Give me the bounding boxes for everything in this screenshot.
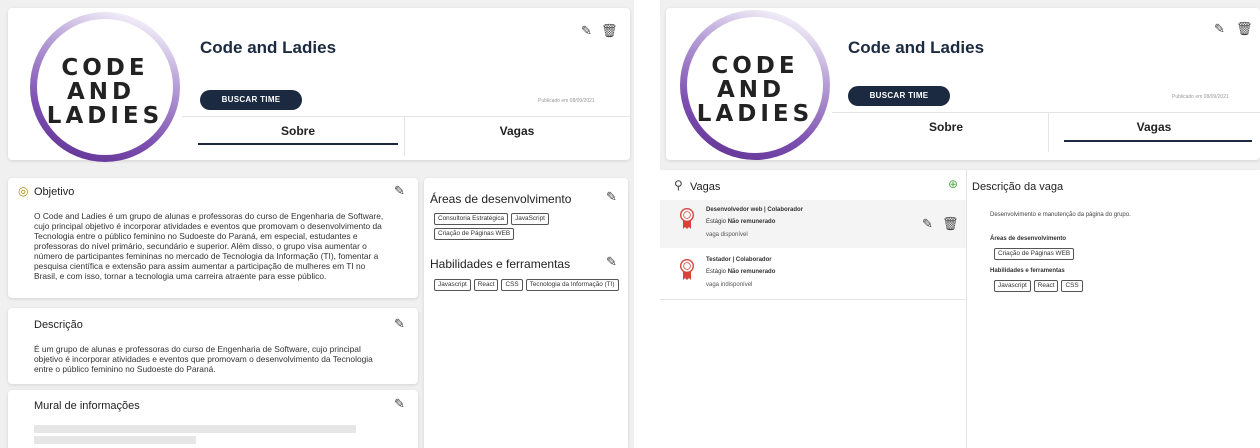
logo-line-2: AND [67, 79, 136, 105]
info-wall-title: Mural de informações [34, 400, 140, 412]
objective-card: ◎ Objetivo ✎ O Code and Ladies é um grup… [8, 178, 418, 298]
tabs-top-divider [832, 112, 1260, 113]
job-type: Estágio Não remunerado [706, 219, 775, 225]
pencil-icon[interactable]: ✎ [394, 397, 405, 410]
job-skills-label: Habilidades e ferramentas [990, 268, 1065, 274]
search-team-button[interactable]: BUSCAR TIME [200, 90, 302, 110]
team-logo: CODE AND LADIES [680, 10, 830, 160]
magnifier-icon: ⚲ [674, 178, 683, 192]
skill-chip: React [1033, 280, 1059, 292]
list-row-divider [660, 299, 966, 300]
team-name: Code and Ladies [200, 38, 337, 57]
job-type-prefix: Estágio [706, 269, 727, 275]
area-chip: JavaScript [511, 213, 549, 225]
search-team-button[interactable]: BUSCAR TIME [848, 86, 950, 106]
active-tab-indicator [198, 143, 398, 145]
job-list-item[interactable]: Desenvolvedor web | Colaborador Estágio … [660, 200, 966, 248]
job-skills-chip-list: Javascript React CSS [994, 280, 1244, 292]
logo-line-3: LADIES [696, 101, 814, 127]
jobs-content-card: ⚲ Vagas ⊕ Desenvolvedor web | Colaborado… [660, 170, 1260, 448]
published-date: Publicado em 08/09/2021 [538, 98, 595, 104]
skill-chip: React [473, 279, 499, 291]
tabs-divider [1048, 112, 1049, 152]
team-profile-about-view: CODE AND LADIES Code and Ladies ✎ 🗑 BUSC… [0, 0, 634, 448]
award-ribbon-icon [680, 208, 694, 229]
trash-icon[interactable]: 🗑 [942, 217, 959, 230]
pencil-icon[interactable]: ✎ [1214, 22, 1225, 35]
skill-chip: CSS [501, 279, 523, 291]
logo-line-1: CODE [61, 55, 149, 81]
team-header-card: CODE AND LADIES Code and Ladies ✎ 🗑 BUSC… [666, 8, 1260, 160]
job-pay: Não remunerado [727, 269, 776, 275]
description-card: Descrição ✎ É um grupo de alunas e profe… [8, 308, 418, 384]
job-title: Testador | Colaborador [706, 257, 772, 263]
team-profile-jobs-view: CODE AND LADIES Code and Ladies ✎ 🗑 BUSC… [660, 0, 1260, 448]
skill-chip: Tecnologia da Informação (TI) [525, 279, 619, 291]
area-chip: Criação de Páginas WEB [434, 228, 515, 240]
objective-title: Objetivo [34, 186, 75, 198]
tabs-top-divider [182, 116, 630, 117]
job-pay: Não remunerado [727, 219, 776, 225]
pencil-icon[interactable]: ✎ [922, 217, 933, 230]
skill-chip: Javascript [434, 279, 471, 291]
skills-chip-list: Javascript React CSS Tecnologia da Infor… [434, 279, 628, 291]
description-title: Descrição [34, 319, 83, 331]
job-areas-label: Áreas de desenvolvimento [990, 236, 1067, 242]
trash-icon[interactable]: 🗑 [1236, 22, 1253, 35]
published-date: Publicado em 08/09/2021 [1172, 94, 1229, 100]
area-chip: Criação de Páginas WEB [994, 248, 1075, 260]
loading-placeholder [34, 425, 356, 433]
loading-placeholder [34, 436, 196, 444]
job-areas-chip-list: Criação de Páginas WEB [994, 248, 1244, 260]
team-name: Code and Ladies [848, 38, 985, 57]
tab-jobs[interactable]: Vagas [1054, 120, 1254, 134]
trash-icon[interactable]: 🗑 [601, 24, 618, 37]
job-detail-title: Descrição da vaga [972, 181, 1064, 193]
tab-about[interactable]: Sobre [198, 124, 398, 138]
logo-line-1: CODE [711, 53, 799, 79]
job-type: Estágio Não remunerado [706, 269, 775, 275]
pencil-icon[interactable]: ✎ [606, 255, 617, 268]
objective-text: O Code and Ladies é um grupo de alunas e… [34, 211, 384, 281]
tabs-divider [404, 116, 405, 156]
pencil-icon[interactable]: ✎ [394, 184, 405, 197]
team-logo: CODE AND LADIES [30, 12, 180, 162]
job-list-item[interactable]: Testador | Colaborador Estágio Não remun… [660, 250, 966, 298]
areas-skills-card: Áreas de desenvolvimento ✎ Consultoria E… [424, 178, 628, 448]
award-ribbon-icon [680, 259, 694, 280]
description-text: É um grupo de alunas e professoras do cu… [34, 344, 373, 374]
tab-jobs[interactable]: Vagas [412, 124, 622, 138]
logo-line-2: AND [717, 77, 786, 103]
job-status: vaga indisponível [706, 282, 753, 288]
logo-line-3: LADIES [46, 103, 164, 129]
info-wall-card: Mural de informações ✎ [8, 390, 418, 448]
skills-title: Habilidades e ferramentas [430, 257, 571, 271]
pencil-icon[interactable]: ✎ [394, 317, 405, 330]
job-detail-text: Desenvolvimento e manutenção da página d… [990, 212, 1131, 218]
skill-chip: Javascript [994, 280, 1031, 292]
skill-chip: CSS [1061, 280, 1083, 292]
pencil-icon[interactable]: ✎ [606, 190, 617, 203]
job-type-prefix: Estágio [706, 219, 727, 225]
team-header-card: CODE AND LADIES Code and Ladies ✎ 🗑 BUSC… [8, 8, 630, 160]
plus-circle-icon[interactable]: ⊕ [948, 178, 958, 190]
areas-title: Áreas de desenvolvimento [430, 192, 572, 206]
job-status: vaga disponível [706, 232, 748, 238]
list-detail-divider [966, 170, 967, 448]
active-tab-indicator [1064, 140, 1252, 142]
area-chip: Consultoria Estratégica [434, 213, 509, 225]
job-title: Desenvolvedor web | Colaborador [706, 207, 804, 213]
areas-chip-list: Consultoria Estratégica JavaScript Criaç… [434, 213, 624, 240]
pencil-icon[interactable]: ✎ [581, 24, 592, 37]
jobs-list-title: Vagas [690, 181, 721, 193]
target-icon: ◎ [18, 184, 29, 198]
tab-about[interactable]: Sobre [846, 120, 1046, 134]
